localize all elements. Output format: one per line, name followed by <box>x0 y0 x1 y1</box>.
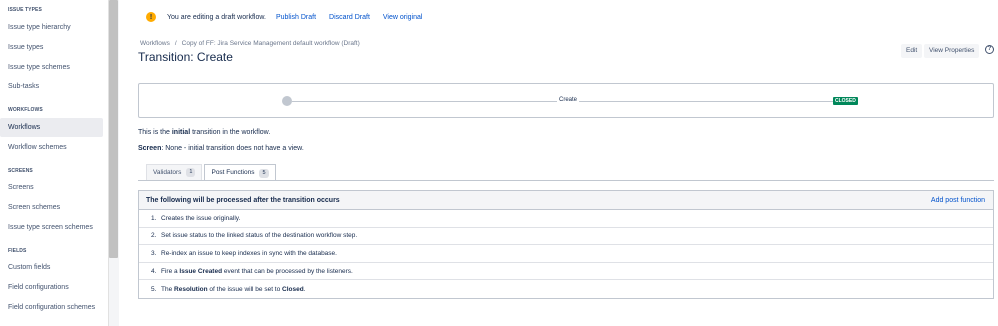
draft-banner: ! You are editing a draft workflow. Publ… <box>146 11 435 23</box>
edit-button[interactable]: Edit <box>901 44 923 58</box>
post-function-text-bold: Resolution <box>174 285 208 293</box>
view-original-link[interactable]: View original <box>383 14 423 21</box>
post-function-number: 3. <box>151 249 157 257</box>
sidebar-item-field-configurations[interactable]: Field configurations <box>0 278 103 297</box>
post-function-text: Creates the issue originally. <box>161 215 240 222</box>
sidebar-item-issue-type-screen-schemes[interactable]: Issue type screen schemes <box>0 218 103 237</box>
post-function-row: 5. The Resolution of the issue will be se… <box>139 280 993 298</box>
post-function-text-pre: Re-index an issue to keep indexes in syn… <box>161 249 337 257</box>
sidebar-item-issue-types[interactable]: Issue types <box>0 38 103 57</box>
breadcrumb: Workflows / Copy of FF: Jira Service Man… <box>140 40 360 47</box>
post-functions-header: The following will be processed after th… <box>139 191 993 210</box>
post-function-text-mid: of the issue will be set to <box>207 285 283 293</box>
post-function-text: Re-index an issue to keep indexes in syn… <box>161 250 337 257</box>
transition-info: This is the initial transition in the wo… <box>138 129 270 136</box>
discard-draft-link[interactable]: Discard Draft <box>329 14 370 21</box>
tab-post-functions[interactable]: Post Functions 5 <box>204 164 276 181</box>
sidebar-item-screens[interactable]: Screens <box>0 178 103 197</box>
post-function-number: 1. <box>151 214 157 222</box>
sidebar-item-workflow-schemes[interactable]: Workflow schemes <box>0 138 103 157</box>
status-lozenge-closed: CLOSED <box>833 97 858 105</box>
post-function-row: 1. Creates the issue originally. <box>139 210 993 228</box>
publish-draft-link[interactable]: Publish Draft <box>276 14 316 21</box>
info-text-suffix: transition in the workflow. <box>190 129 271 136</box>
post-function-row: 3. Re-index an issue to keep indexes in s… <box>139 245 993 263</box>
tab-validators[interactable]: Validators 1 <box>146 164 203 180</box>
transition-tabs: Validators 1 Post Functions 5 <box>146 164 278 181</box>
post-function-text-pre: The <box>161 285 175 293</box>
post-function-text: Set issue status to the linked status of… <box>161 232 357 239</box>
post-function-number: 4. <box>151 267 157 275</box>
sidebar-item-custom-fields[interactable]: Custom fields <box>0 258 103 277</box>
tabs-divider <box>138 180 994 181</box>
initial-node <box>282 96 292 106</box>
breadcrumb-current-workflow-link[interactable]: Copy of FF: Jira Service Management defa… <box>182 40 360 47</box>
sidebar-heading-workflows: WORKFLOWS <box>8 107 43 113</box>
post-function-text-pre: Creates the issue originally. <box>161 214 241 222</box>
post-function-text-bold2: Closed <box>282 285 304 293</box>
post-function-number: 2. <box>151 232 157 240</box>
view-properties-button[interactable]: View Properties <box>924 44 980 58</box>
screen-value: : None - initial transition does not hav… <box>161 145 304 152</box>
tab-validators-count: 1 <box>186 168 196 177</box>
breadcrumb-separator: / <box>174 40 177 47</box>
help-icon[interactable]: ? <box>985 45 994 54</box>
sidebar-item-issue-type-hierarchy[interactable]: Issue type hierarchy <box>0 18 103 37</box>
sidebar-item-workflows[interactable]: Workflows <box>0 118 103 137</box>
warning-icon: ! <box>146 12 156 22</box>
post-function-text: The Resolution of the issue will be set … <box>161 286 306 293</box>
info-text-prefix: This is the <box>138 129 172 136</box>
screen-label: Screen <box>138 145 162 152</box>
admin-sidebar: ISSUE TYPES Issue type hierarchy Issue t… <box>0 0 108 326</box>
post-function-text-pre: Set issue status to the linked status of… <box>161 232 358 240</box>
page-title: Transition: Create <box>138 50 233 64</box>
transition-label: Create <box>557 97 580 103</box>
sidebar-item-sub-tasks[interactable]: Sub-tasks <box>0 77 103 96</box>
sidebar-item-field-configuration-schemes[interactable]: Field configuration schemes <box>0 298 103 317</box>
draft-message: You are editing a draft workflow. <box>167 13 266 21</box>
sidebar-item-screen-schemes[interactable]: Screen schemes <box>0 198 103 217</box>
add-post-function-link[interactable]: Add post function <box>931 197 985 204</box>
post-function-row: 2. Set issue status to the linked status … <box>139 228 993 246</box>
post-function-row: 4. Fire a Issue Created event that can be… <box>139 263 993 281</box>
screen-info: Screen: None - initial transition does n… <box>138 145 304 152</box>
post-function-text-post: . <box>303 285 306 293</box>
post-function-text-pre: Fire a <box>161 267 180 275</box>
sidebar-scrollbar-thumb[interactable] <box>109 0 118 258</box>
post-function-text-bold: Issue Created <box>179 267 223 275</box>
post-functions-heading: The following will be processed after th… <box>146 196 340 204</box>
post-function-text-mid: event that can be processed by the liste… <box>222 267 353 275</box>
info-text-bold: initial <box>171 129 191 136</box>
tab-validators-label: Validators <box>153 168 182 176</box>
sidebar-heading-issue-types: ISSUE TYPES <box>8 7 42 13</box>
workflow-diagram: Create CLOSED <box>138 83 994 118</box>
post-function-text: Fire a Issue Created event that can be p… <box>161 268 353 275</box>
sidebar-item-issue-type-schemes[interactable]: Issue type schemes <box>0 58 103 77</box>
tab-post-functions-count: 5 <box>259 168 269 178</box>
sidebar-heading-screens: SCREENS <box>8 168 33 174</box>
breadcrumb-workflows-link[interactable]: Workflows <box>140 40 170 47</box>
post-function-number: 5. <box>151 285 157 293</box>
sidebar-heading-fields: FIELDS <box>8 248 27 254</box>
post-functions-table: The following will be processed after th… <box>138 190 994 299</box>
tab-post-functions-label: Post Functions <box>211 169 255 176</box>
